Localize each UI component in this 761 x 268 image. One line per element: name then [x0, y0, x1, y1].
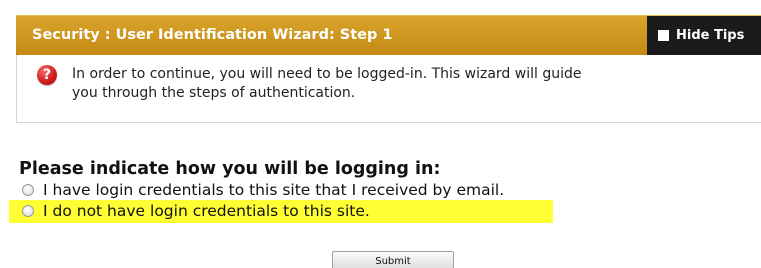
wizard-page: Security : User Identification Wizard: S…: [0, 0, 761, 268]
question-mark-icon: ?: [37, 65, 57, 85]
wizard-title: Security : User Identification Wizard: S…: [32, 27, 393, 43]
option-no-credentials[interactable]: I do not have login credentials to this …: [22, 202, 370, 220]
option-label: I do not have login credentials to this …: [43, 202, 370, 220]
submit-button[interactable]: Submit: [332, 251, 454, 268]
option-has-credentials[interactable]: I have login credentials to this site th…: [22, 181, 504, 199]
radio-button[interactable]: [22, 184, 34, 196]
radio-button[interactable]: [22, 205, 34, 217]
option-label: I have login credentials to this site th…: [43, 181, 505, 199]
tip-panel: ? In order to continue, you will need to…: [16, 55, 761, 123]
tip-text: In order to continue, you will need to b…: [72, 66, 582, 101]
hide-tips-toggle[interactable]: Hide Tips: [647, 16, 761, 55]
hide-tips-label: Hide Tips: [676, 28, 745, 43]
checkbox-icon[interactable]: [658, 30, 669, 41]
wizard-header: Security : User Identification Wizard: S…: [16, 15, 761, 55]
login-question: Please indicate how you will be logging …: [19, 159, 441, 179]
